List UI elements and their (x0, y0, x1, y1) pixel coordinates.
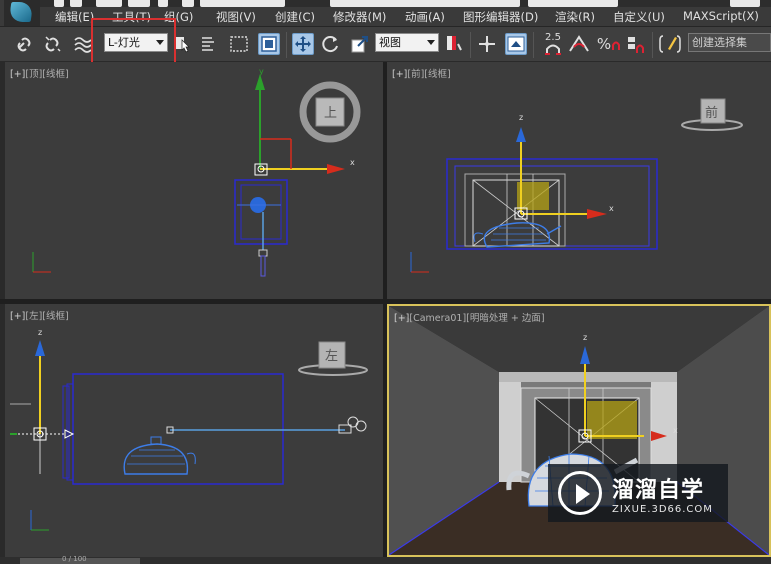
percent-snap-label: % (596, 35, 612, 53)
named-selection-set-field[interactable]: 创建选择集 (688, 33, 771, 52)
named-selection-placeholder: 创建选择集 (692, 36, 747, 49)
chevron-down-icon (427, 40, 435, 45)
selection-filter-dropdown[interactable]: L-灯光 (104, 33, 168, 52)
pivot-point-icon[interactable] (443, 33, 465, 55)
chevron-down-icon (156, 40, 164, 45)
viewport-menu-plus[interactable]: [+] (394, 313, 409, 324)
spinner-snap-icon[interactable] (625, 33, 647, 55)
angle-snap-value: 2.5 (545, 32, 561, 43)
viewport-top[interactable]: [+][顶][线框] 上 y x (5, 62, 383, 299)
percent-snap-icon[interactable]: % (596, 33, 622, 55)
reference-coordinate-dropdown[interactable]: 视图 (375, 33, 439, 52)
viewport-shading-mode[interactable]: [明暗处理 + 边面] (466, 313, 544, 324)
menu-view[interactable]: 视图(V) (216, 9, 256, 25)
reference-coordinate-value: 视图 (379, 36, 401, 49)
viewcube-face-label: 上 (324, 106, 337, 121)
keyboard-shortcut-override-icon[interactable] (505, 33, 527, 55)
select-by-name-icon[interactable] (198, 33, 220, 55)
play-logo-icon (558, 471, 602, 515)
menu-modifiers[interactable]: 修改器(M) (333, 9, 386, 25)
axis-y-label: y (259, 67, 264, 76)
menu-edit[interactable]: 编辑(E) (55, 9, 94, 25)
viewport-front-scene: 前 x z (410, 98, 743, 273)
title-bar (40, 0, 771, 7)
window-crossing-icon[interactable] (258, 33, 280, 55)
angle-snap-icon[interactable]: 2.5 (540, 33, 566, 55)
viewcube[interactable]: 前 (681, 98, 743, 131)
select-and-move-icon[interactable] (292, 33, 314, 55)
viewcube-face-label: 前 (705, 105, 718, 121)
viewcube[interactable]: 左 (298, 341, 368, 376)
viewcube-face-label: 左 (325, 349, 338, 364)
menu-bar: 编辑(E) 工具(T) 组(G) 视图(V) 创建(C) 修改器(M) 动画(A… (0, 0, 771, 27)
link-icon[interactable] (14, 33, 36, 55)
select-and-rotate-icon[interactable] (320, 33, 342, 55)
menu-customize[interactable]: 自定义(U) (613, 9, 665, 25)
viewport-left-scene: 左 z (10, 328, 368, 531)
frame-counter: 0 / 100 (62, 555, 87, 563)
bind-space-warp-icon[interactable] (72, 33, 94, 55)
watermark: 溜溜自学 ZIXUE.3D66.COM (548, 464, 728, 522)
unlink-icon[interactable] (42, 33, 64, 55)
menu-animation[interactable]: 动画(A) (405, 9, 445, 25)
viewport-left[interactable]: [+][左][线框] 左 z (5, 304, 383, 557)
viewport-top-scene: 上 y x (32, 67, 361, 277)
menu-create[interactable]: 创建(C) (275, 9, 315, 25)
manipulate-icon[interactable] (476, 33, 498, 55)
watermark-url: ZIXUE.3D66.COM (612, 503, 713, 515)
axis-z-label: z (583, 333, 587, 342)
edit-named-selection-icon[interactable] (659, 33, 681, 55)
axis-x-label: x (609, 204, 614, 213)
select-object-icon[interactable] (172, 33, 194, 55)
rectangular-selection-icon[interactable] (228, 33, 250, 55)
app-logo-icon[interactable] (4, 0, 40, 26)
select-and-scale-icon[interactable] (349, 33, 371, 55)
menu-graph-editors[interactable]: 图形编辑器(D) (463, 9, 538, 25)
selection-filter-value: L-灯光 (108, 36, 140, 49)
menu-tools[interactable]: 工具(T) (112, 9, 151, 25)
angle-snap-toggle-icon[interactable] (568, 33, 590, 55)
time-slider-bar[interactable]: 0 / 100 (0, 555, 771, 564)
axis-z-label: z (519, 113, 523, 122)
viewport-front[interactable]: [+][前][线框] 前 x z (387, 62, 771, 299)
viewcube[interactable]: 上 (299, 81, 361, 143)
menu-maxscript[interactable]: MAXScript(X) (683, 9, 759, 23)
axis-x-label: x (350, 158, 355, 167)
menu-group[interactable]: 组(G) (164, 9, 193, 25)
menu-rendering[interactable]: 渲染(R) (555, 9, 595, 25)
axis-z-label: z (38, 328, 42, 337)
viewport-point-of-view[interactable]: [Camera01] (409, 313, 466, 324)
watermark-title: 溜溜自学 (612, 477, 705, 503)
viewport-camera-label[interactable]: [+][Camera01][明暗处理 + 边面] (394, 310, 545, 324)
axis-x-label: x (673, 426, 678, 435)
main-toolbar: L-灯光 视图 2.5 % 创建选择集 (0, 27, 771, 62)
